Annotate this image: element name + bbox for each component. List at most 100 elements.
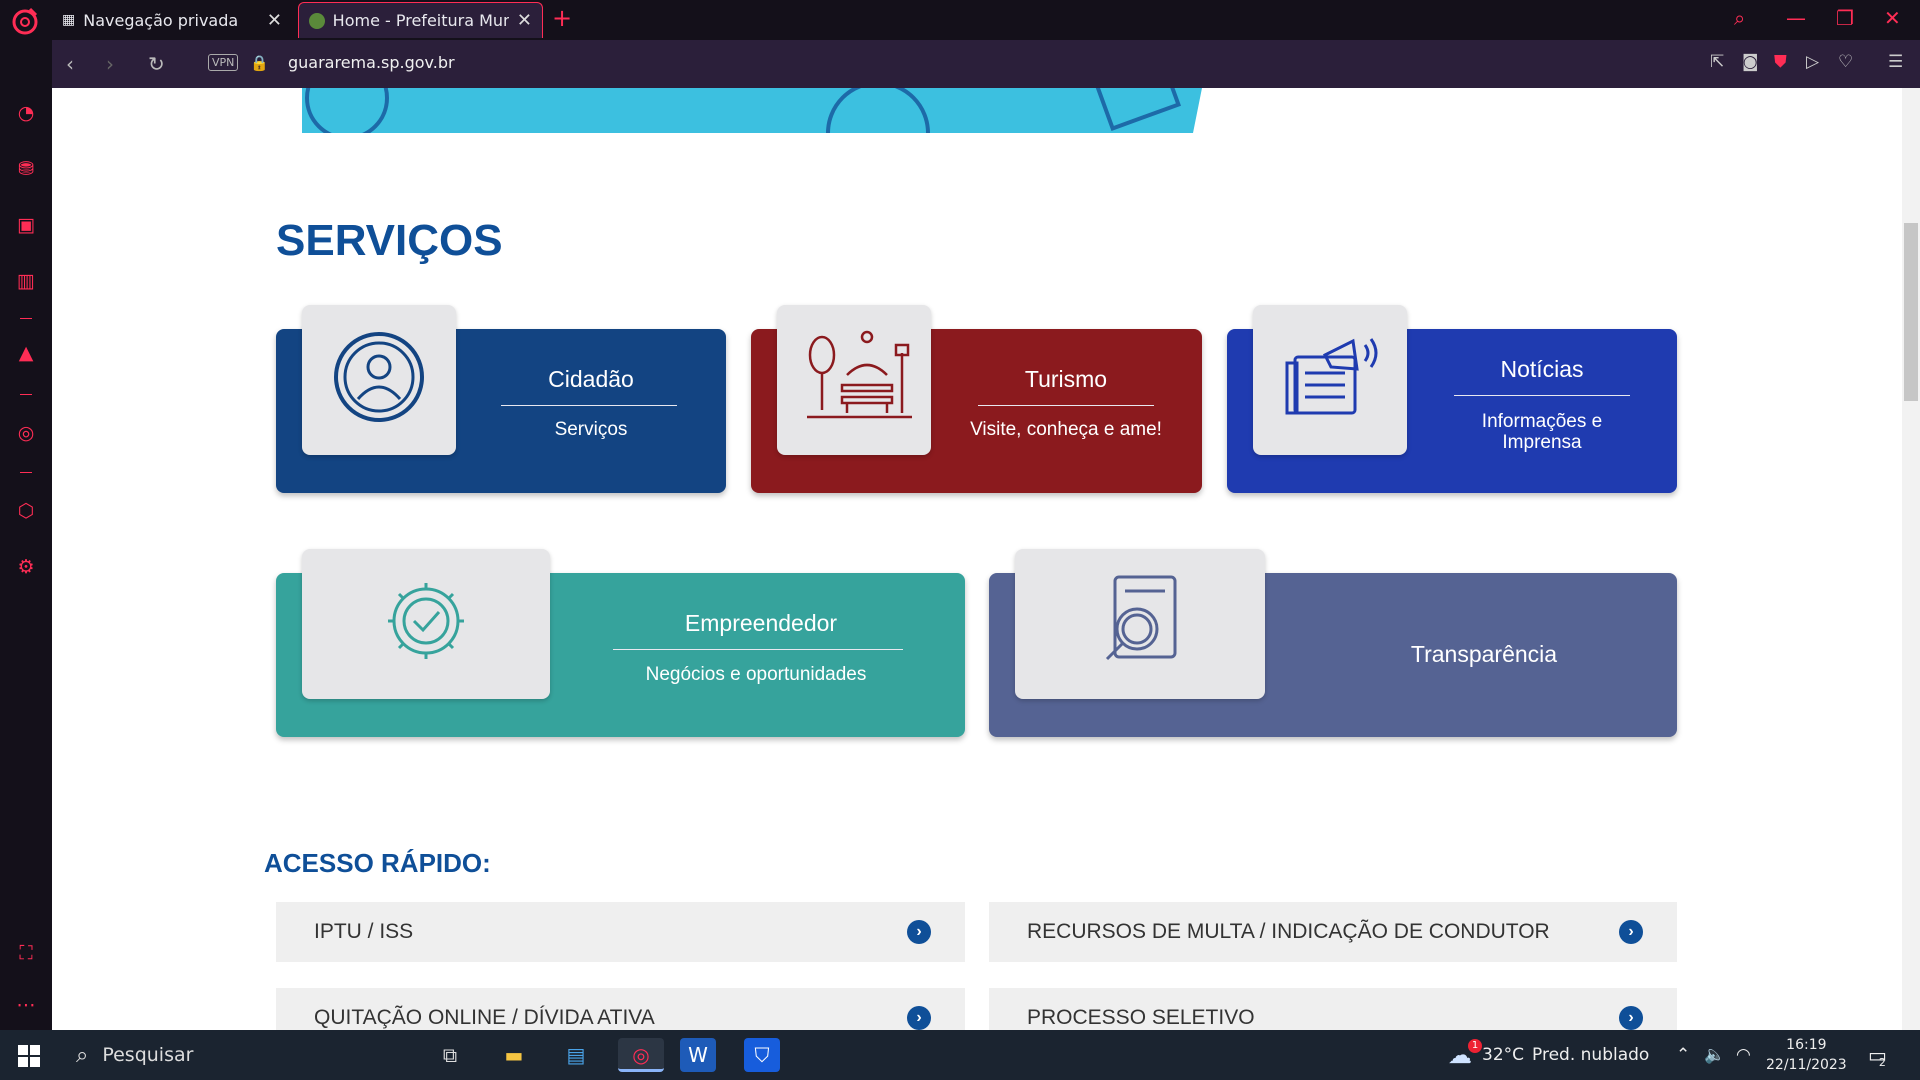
task-view-icon[interactable]: ⧉ [432, 1038, 468, 1072]
gx-corner-icon[interactable]: ⛃ [13, 156, 39, 182]
lock-icon[interactable]: 🔒 [250, 54, 269, 72]
reload-icon[interactable]: ↻ [148, 52, 165, 76]
grid-icon: ▦ [62, 12, 76, 28]
vpn-badge[interactable]: VPN [208, 54, 239, 71]
opera-gx-taskbar-icon[interactable]: ◎ [618, 1038, 664, 1072]
player-icon[interactable]: ◎ [13, 420, 39, 446]
search-tabs-icon[interactable]: ⌕ [1734, 6, 1745, 30]
site-favicon-icon [309, 12, 325, 29]
volume-icon[interactable]: 🔈 [1704, 1030, 1725, 1080]
weather-text: Pred. nublado [1532, 1045, 1650, 1065]
system-clock[interactable]: 16:19 22/11/2023 [1766, 1035, 1847, 1075]
chevron-right-icon: › [1619, 920, 1643, 944]
clock-time: 16:19 [1786, 1037, 1827, 1053]
windows-taskbar: ⌕ Pesquisar ⧉ ▬ ▤ ◎ W ⛉ ☁ 1 32°C Pred. nu… [0, 1030, 1920, 1080]
person-circle-icon [334, 332, 424, 422]
heart-icon[interactable]: ♡ [1838, 52, 1853, 72]
quick-link-iptu[interactable]: IPTU / ISS › [276, 902, 965, 962]
card-icon-box [302, 549, 550, 699]
url-field[interactable]: guararema.sp.gov.br [288, 53, 455, 72]
twitch-icon[interactable]: ▣ [13, 212, 39, 238]
scrollbar-thumb[interactable] [1904, 223, 1918, 401]
quick-link-label: QUITAÇÃO ONLINE / DÍVIDA ATIVA [314, 1006, 655, 1029]
card-icon-box [1253, 305, 1407, 455]
control-panel-icon[interactable]: ▤ [558, 1038, 594, 1072]
gallery-icon[interactable]: ⛶ [13, 940, 39, 966]
document-magnifier-icon [1105, 575, 1177, 661]
quick-link-label: IPTU / ISS [314, 920, 414, 943]
weather-widget[interactable]: ☁ 1 32°C Pred. nublado [1448, 1030, 1649, 1080]
card-icon-box [777, 305, 931, 455]
file-explorer-icon[interactable]: ▬ [496, 1038, 532, 1072]
opera-gx-logo-icon[interactable] [10, 6, 40, 36]
tab-private-navigation[interactable]: ▦ Navegação privada ✕ [52, 2, 292, 38]
camera-icon[interactable]: ◙ [1742, 52, 1759, 72]
card-divider [978, 405, 1154, 406]
new-tab-icon[interactable]: + [552, 4, 572, 32]
close-tab-icon[interactable]: ✕ [267, 10, 282, 31]
weather-temp: 32°C [1482, 1045, 1525, 1065]
share-icon[interactable]: ⇱ [1710, 52, 1724, 72]
card-noticias[interactable]: Notícias Informações e Imprensa [1227, 305, 1677, 493]
park-bench-icon [807, 330, 912, 419]
quick-link-quitacao[interactable]: QUITAÇÃO ONLINE / DÍVIDA ATIVA › [276, 988, 965, 1030]
bitwarden-icon[interactable]: ⛉ [744, 1038, 780, 1072]
speed-dial-icon[interactable]: ◔ [13, 100, 39, 126]
card-empreendedor[interactable]: Empreendedor Negócios e oportunidades [276, 549, 965, 737]
sidebar-divider [20, 318, 32, 319]
gear-check-icon [388, 583, 464, 659]
card-cidadao[interactable]: Cidadão Serviços [276, 305, 726, 493]
cube-icon[interactable]: ⬡ [13, 498, 39, 524]
card-title: Cidadão [548, 366, 634, 392]
cloud-icon: ☁ 1 [1448, 1039, 1482, 1069]
quick-link-processo-seletivo[interactable]: PROCESSO SELETIVO › [989, 988, 1677, 1030]
settings-icon[interactable]: ⚙ [13, 554, 39, 580]
browser-tab-bar: ▦ Navegação privada ✕ Home - Prefeitura … [0, 0, 1920, 40]
web-page: SERVIÇOS Cidadão Serviços Turismo Visite… [52, 88, 1920, 1030]
quick-link-label: PROCESSO SELETIVO [1027, 1006, 1255, 1029]
shield-icon[interactable]: ⛊ [1774, 52, 1787, 72]
close-window-icon[interactable]: ✕ [1884, 6, 1901, 30]
more-icon[interactable]: ⋯ [13, 992, 39, 1018]
send-icon[interactable]: ▷ [1806, 52, 1819, 72]
forward-icon[interactable]: › [106, 52, 114, 76]
network-icon[interactable]: ◠ [1736, 1030, 1751, 1080]
card-title: Notícias [1500, 356, 1584, 382]
close-tab-icon[interactable]: ✕ [517, 10, 532, 31]
services-heading: SERVIÇOS [276, 216, 503, 265]
restore-icon[interactable]: ❐ [1836, 6, 1854, 30]
browser-sidebar: ◔ ⛃ ▣ ▥ ▲ ◎ ⬡ ⚙ ⛶ ⋯ [0, 40, 52, 1030]
taskbar-search[interactable]: ⌕ Pesquisar [60, 1030, 420, 1080]
back-icon[interactable]: ‹ [66, 52, 74, 76]
quick-link-recursos-multa[interactable]: RECURSOS DE MULTA / INDICAÇÃO DE CONDUTO… [989, 902, 1677, 962]
card-icon-box [1015, 549, 1265, 699]
clock-date: 22/11/2023 [1766, 1057, 1847, 1073]
newspaper-megaphone-icon [1285, 338, 1378, 415]
card-divider [1454, 395, 1630, 396]
card-turismo[interactable]: Turismo Visite, conheça e ame! [751, 305, 1202, 493]
hero-banner-image [302, 88, 1202, 133]
easy-setup-icon[interactable]: ☰ [1888, 52, 1903, 72]
card-title: Empreendedor [684, 610, 838, 636]
card-divider [613, 649, 903, 650]
page-scrollbar[interactable] [1902, 88, 1920, 1030]
word-icon[interactable]: W [680, 1038, 716, 1072]
search-placeholder: Pesquisar [102, 1044, 194, 1066]
tab-label: Home - Prefeitura Municip [332, 11, 509, 30]
tray-chevron-icon[interactable]: ⌃ [1676, 1030, 1690, 1080]
sidebar-divider [20, 394, 32, 395]
gx-control-icon[interactable]: ▥ [13, 268, 39, 294]
card-subtitle: Negócios e oportunidades [645, 664, 867, 685]
card-subtitle: Serviços [554, 419, 628, 440]
aria-icon[interactable]: ▲ [13, 340, 39, 366]
card-title: Turismo [1024, 366, 1108, 392]
tab-prefeitura-home[interactable]: Home - Prefeitura Municip ✕ [298, 2, 543, 38]
card-subtitle: Informações e Imprensa [1481, 411, 1603, 453]
notifications-icon[interactable]: ▭ 2 [1868, 1030, 1887, 1080]
windows-start-icon[interactable] [18, 1045, 40, 1067]
chevron-right-icon: › [907, 920, 931, 944]
minimize-icon[interactable]: — [1786, 6, 1806, 30]
card-transparencia[interactable]: Transparência [989, 549, 1677, 737]
chevron-right-icon: › [907, 1006, 931, 1030]
chevron-right-icon: › [1619, 1006, 1643, 1030]
